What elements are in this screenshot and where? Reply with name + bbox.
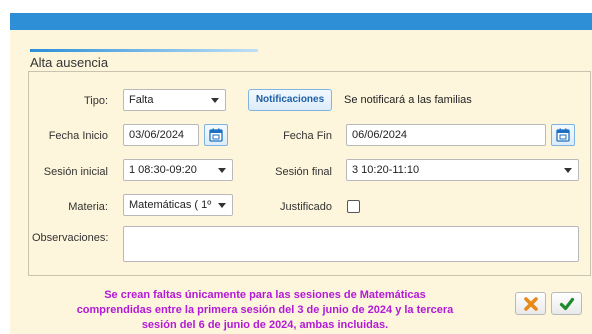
title-accent-line (30, 49, 258, 52)
sesion-inicial-select[interactable]: 1 08:30-09:20 (123, 159, 233, 181)
fecha-fin-input[interactable]: 06/06/2024 (346, 124, 546, 146)
calendar-icon (209, 128, 223, 142)
sesion-inicial-label: Sesión inicial (43, 166, 108, 178)
sesion-final-select[interactable]: 3 10:20-11:10 (346, 159, 579, 181)
fecha-inicio-label: Fecha Inicio (48, 130, 108, 142)
check-icon (559, 297, 574, 310)
info-message: Se crean faltas únicamente para las sesi… (40, 288, 490, 333)
chevron-down-icon (205, 90, 225, 110)
fecha-inicio-calendar-button[interactable] (204, 124, 228, 146)
close-icon (523, 296, 538, 311)
materia-select[interactable]: Matemáticas ( 1º (123, 194, 233, 216)
dialog-title: Alta ausencia (30, 55, 109, 70)
materia-label: Materia: (68, 201, 108, 213)
chevron-down-icon (558, 160, 578, 180)
tipo-select[interactable]: Falta (123, 89, 226, 111)
observaciones-textarea[interactable] (123, 226, 579, 262)
sesion-inicial-value: 1 08:30-09:20 (129, 164, 197, 176)
calendar-icon (556, 128, 570, 142)
info-message-line: comprendidas entre la primera sesión del… (76, 304, 454, 316)
info-message-line: sesión del 6 de junio de 2024, ambas inc… (141, 319, 389, 331)
tipo-value: Falta (129, 94, 154, 106)
chevron-down-icon (212, 160, 232, 180)
chevron-down-icon (212, 195, 232, 215)
info-message-line: Se crean faltas únicamente para las sesi… (104, 289, 426, 301)
window-header-bar (10, 13, 592, 30)
justificado-checkbox[interactable] (347, 200, 360, 213)
materia-value: Matemáticas ( 1º (129, 199, 212, 211)
sesion-final-value: 3 10:20-11:10 (352, 164, 420, 176)
tipo-label: Tipo: (83, 95, 108, 107)
sesion-final-label: Sesión final (275, 166, 332, 178)
notificaciones-button[interactable]: Notificaciones (248, 89, 332, 111)
cancel-button[interactable] (515, 292, 546, 315)
observaciones-label: Observaciones: (32, 232, 109, 244)
confirm-button[interactable] (551, 292, 582, 315)
justificado-label: Justificado (280, 201, 332, 213)
fecha-fin-label: Fecha Fin (283, 130, 332, 142)
notify-text: Se notificará a las familias (344, 94, 472, 106)
fecha-inicio-input[interactable]: 03/06/2024 (123, 124, 199, 146)
fecha-fin-calendar-button[interactable] (551, 124, 575, 146)
